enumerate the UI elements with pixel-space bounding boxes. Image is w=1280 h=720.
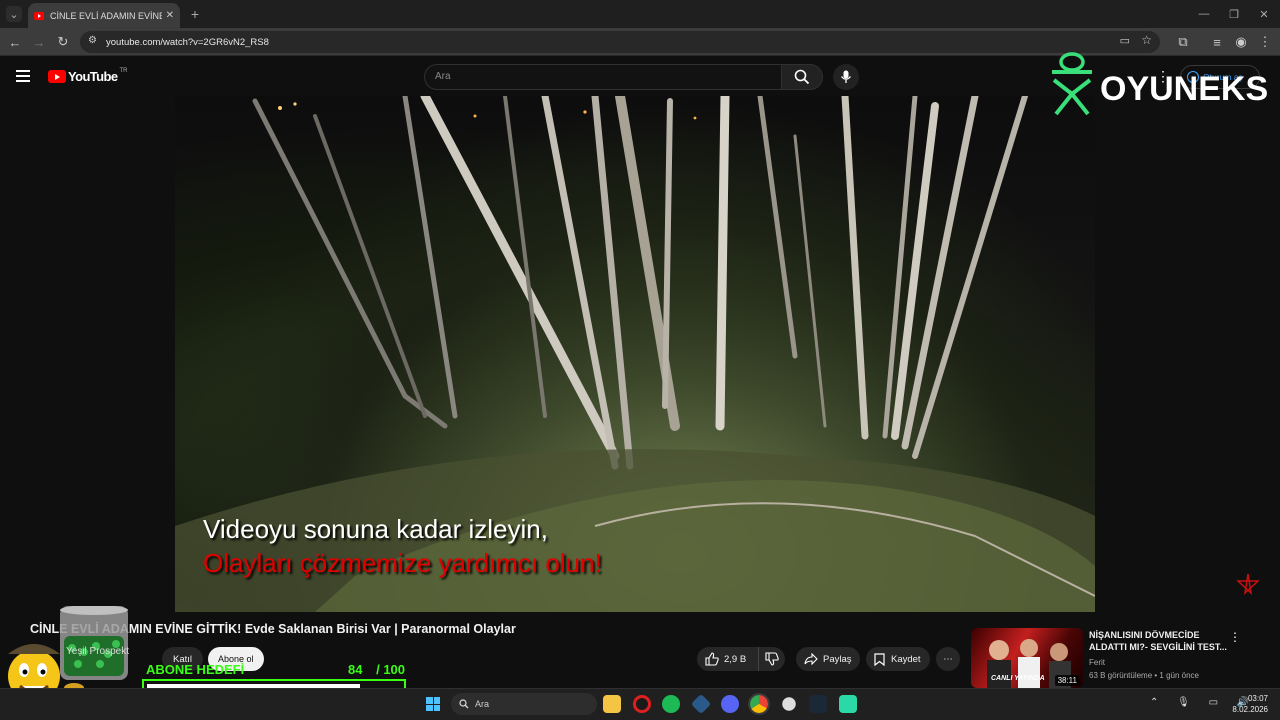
game-app-icon[interactable] bbox=[839, 695, 857, 713]
microphone-icon bbox=[840, 70, 852, 83]
extensions-icon[interactable]: ⧉ bbox=[1174, 33, 1192, 51]
taskbar-clock[interactable]: 03:07 8.02.2026 bbox=[1228, 693, 1268, 715]
tab-list-button[interactable]: ⌄ bbox=[6, 6, 22, 22]
bookmark-icon bbox=[874, 652, 885, 666]
video-player[interactable]: Videoyu sonuna kadar izleyin, Olayları ç… bbox=[175, 96, 1095, 612]
youtube-logo[interactable]: YouTube TR bbox=[48, 67, 128, 84]
goal-total: / 100 bbox=[376, 662, 406, 677]
close-window-button[interactable]: ✕ bbox=[1256, 6, 1272, 22]
tab-title: CİNLE EVLİ ADAMIN EVİNE GİTTİ bbox=[50, 10, 162, 21]
thumb-up-icon bbox=[705, 652, 719, 666]
related-video-duration: 38:11 bbox=[1054, 675, 1080, 686]
related-video-thumbnail[interactable]: CANLI YAYINDA 38:11 bbox=[971, 628, 1083, 688]
reload-icon[interactable]: ↻ bbox=[54, 33, 72, 51]
taskbar-date: 8.02.2026 bbox=[1232, 705, 1268, 714]
minimize-button[interactable]: — bbox=[1196, 6, 1212, 22]
video-subtitle-line-2: Olayları çözmemize yardımcı olun! bbox=[203, 548, 602, 578]
oyuneks-brand-text: OYUNEKS bbox=[1100, 70, 1269, 108]
like-dislike-group: 2,9 B bbox=[697, 647, 785, 671]
youtube-logo-text: YouTube bbox=[68, 69, 118, 84]
tab-close-icon[interactable]: ✕ bbox=[166, 10, 174, 21]
country-code: TR bbox=[119, 67, 128, 74]
browser-tab-bar: ⌄ CİNLE EVLİ ADAMIN EVİNE GİTTİ ✕ + — ❐ … bbox=[0, 0, 1280, 28]
taskbar-time: 03:07 bbox=[1247, 694, 1268, 703]
taskbar-search-icon bbox=[459, 699, 469, 709]
browser-tab[interactable]: CİNLE EVLİ ADAMIN EVİNE GİTTİ ✕ bbox=[28, 3, 180, 28]
steam-icon[interactable] bbox=[809, 695, 827, 713]
subscriber-goal-label: ABONE HEDEFİ bbox=[146, 662, 245, 677]
bookmark-star-icon[interactable]: ☆ bbox=[1141, 33, 1152, 47]
taskbar-search[interactable]: Ara bbox=[451, 693, 597, 715]
thumb-down-icon bbox=[765, 652, 779, 666]
like-count: 2,9 B bbox=[724, 653, 747, 665]
file-explorer-icon[interactable] bbox=[603, 695, 621, 713]
youtube-play-icon bbox=[48, 70, 66, 83]
browser-menu-icon[interactable]: ⋮ bbox=[1256, 33, 1274, 51]
opera-icon[interactable] bbox=[633, 695, 651, 713]
search-icon bbox=[794, 69, 810, 85]
related-video-channel[interactable]: Ferit bbox=[1089, 658, 1105, 667]
taskbar-search-placeholder: Ara bbox=[475, 699, 490, 709]
forward-icon[interactable]: → bbox=[30, 33, 48, 51]
share-label: Paylaş bbox=[823, 653, 852, 665]
related-video-meta: 63 B görüntüleme • 1 gün önce bbox=[1089, 671, 1199, 680]
video-subtitle-line-1: Videoyu sonuna kadar izleyin, bbox=[203, 514, 548, 544]
youtube-favicon-icon bbox=[34, 11, 44, 20]
profile-icon[interactable]: ◉ bbox=[1232, 33, 1250, 51]
like-button[interactable]: 2,9 B bbox=[697, 647, 759, 671]
steam-settings-icon[interactable] bbox=[782, 697, 796, 711]
oyuneks-logo: OYUNEKS bbox=[1046, 50, 1280, 120]
related-video-title[interactable]: NİŞANLISINI DÖVMECİDE ALDATTI MI?- SEVGİ… bbox=[1089, 629, 1229, 653]
site-info-icon[interactable]: ⚙ bbox=[88, 35, 97, 46]
windows-start-icon[interactable] bbox=[426, 697, 440, 711]
save-label: Kaydet bbox=[891, 653, 921, 665]
channel-name[interactable]: Yeşil Prospekt bbox=[66, 646, 129, 657]
pentagram-icon bbox=[1236, 573, 1260, 596]
url-text: youtube.com/watch?v=2GR6vN2_RS8 bbox=[106, 36, 269, 48]
new-tab-button[interactable]: + bbox=[188, 6, 202, 22]
search-button[interactable] bbox=[781, 64, 823, 90]
menu-icon[interactable] bbox=[16, 70, 30, 82]
discord-icon[interactable] bbox=[721, 695, 739, 713]
share-button[interactable]: Paylaş bbox=[796, 647, 860, 671]
goal-current: 84 bbox=[348, 662, 363, 677]
cast-icon[interactable]: ▭ bbox=[1120, 34, 1130, 47]
related-thumbnail-text: CANLI YAYINDA bbox=[991, 675, 1045, 682]
chrome-icon[interactable] bbox=[748, 693, 770, 715]
back-icon[interactable]: ← bbox=[6, 33, 24, 51]
save-button[interactable]: Kaydet bbox=[866, 647, 930, 671]
share-icon bbox=[804, 653, 818, 665]
oyuneks-mascot-icon bbox=[1052, 52, 1092, 116]
voice-search-button[interactable] bbox=[833, 64, 859, 90]
search-input[interactable]: Ara bbox=[424, 64, 782, 90]
dislike-button[interactable] bbox=[759, 647, 785, 671]
subscriber-goal-count: 84 / 100 bbox=[348, 662, 405, 677]
related-more-icon[interactable]: ⋮ bbox=[1229, 630, 1241, 644]
address-bar[interactable]: ⚙ youtube.com/watch?v=2GR6vN2_RS8 ▭ ☆ bbox=[80, 31, 1160, 53]
media-controls-icon[interactable]: ≡ bbox=[1208, 33, 1226, 51]
more-actions-button[interactable]: ⋯ bbox=[936, 647, 960, 671]
maximize-button[interactable]: ❐ bbox=[1226, 6, 1242, 22]
spotify-icon[interactable] bbox=[662, 695, 680, 713]
